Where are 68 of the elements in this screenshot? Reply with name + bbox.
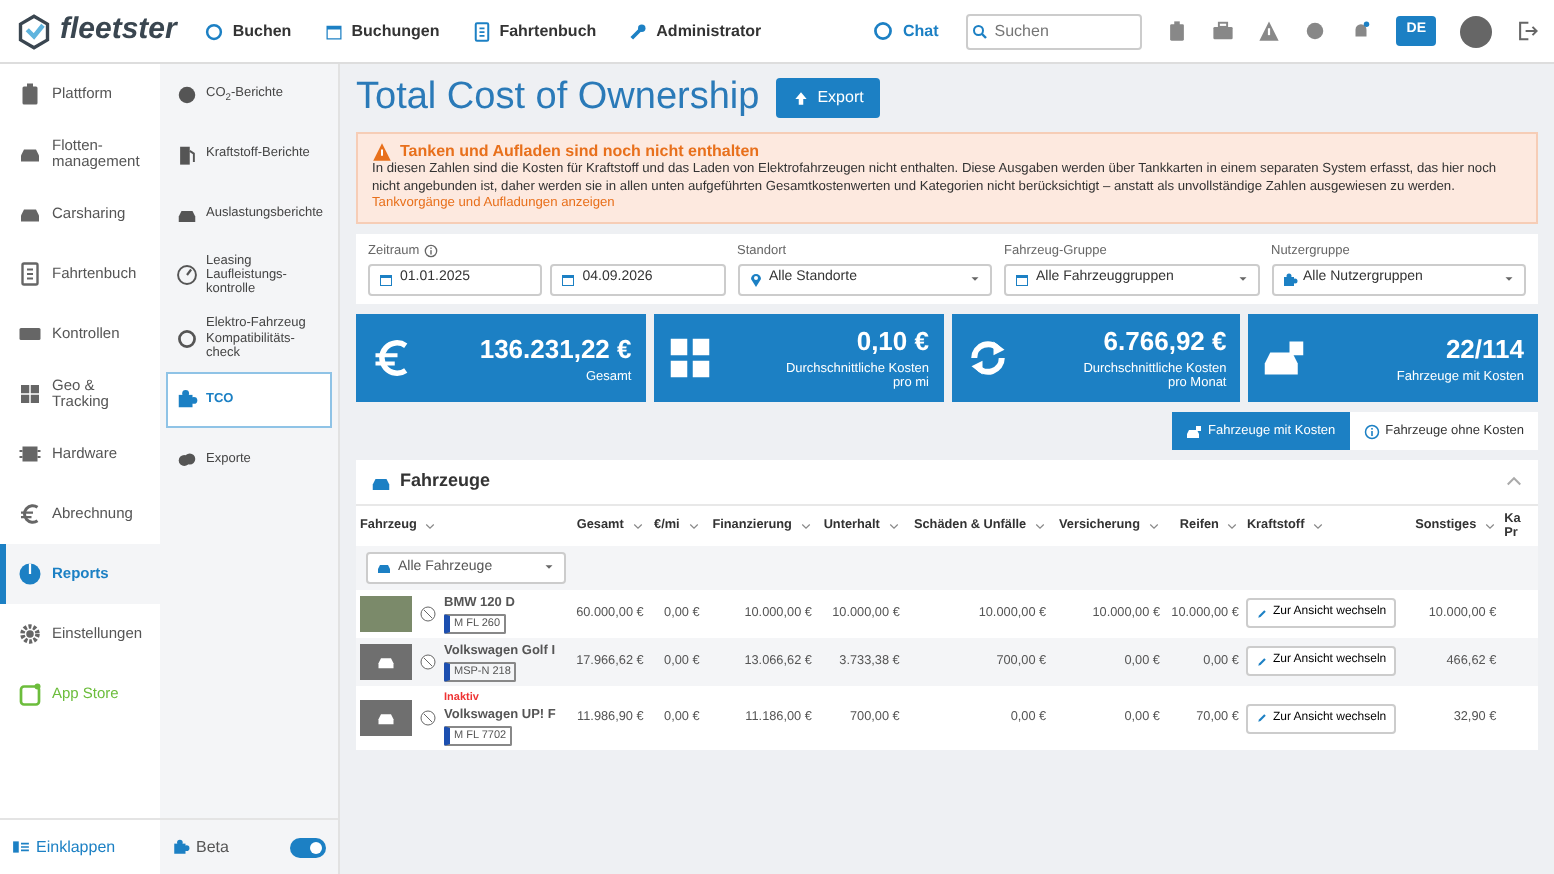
calendar-icon — [378, 271, 394, 288]
logout-icon[interactable] — [1516, 20, 1538, 42]
pencil-icon — [1256, 712, 1269, 725]
calendar-icon — [323, 21, 344, 41]
sort-chevron-icon — [1034, 519, 1047, 532]
sync-icon — [965, 335, 1009, 380]
cloud-icon — [176, 448, 198, 471]
panel-title: Fahrzeuge — [400, 468, 491, 495]
beta-label: Beta — [196, 835, 229, 859]
sort-chevron-icon — [1312, 519, 1325, 532]
stat-value: 136.231,22 € — [479, 332, 632, 369]
fuel-pump-icon — [176, 143, 198, 165]
sort-chevron-icon — [424, 519, 437, 532]
clipboard-icon — [18, 82, 42, 106]
card-icon — [18, 322, 42, 346]
page-title: Total Cost of Ownership — [356, 76, 760, 122]
briefcase-icon[interactable] — [1212, 20, 1235, 42]
camera-off-icon — [420, 710, 436, 727]
calendar-icon — [560, 271, 577, 288]
sort-chevron-icon — [1226, 519, 1239, 532]
collapse-link[interactable]: Einklappen — [12, 835, 116, 859]
nav-link[interactable]: Administrator — [624, 15, 766, 47]
sort-chevron-icon — [799, 519, 812, 532]
pie-chart-icon — [18, 562, 42, 586]
wrench-icon — [628, 21, 649, 41]
sort-chevron-icon — [1484, 519, 1497, 532]
euro-icon — [18, 502, 42, 526]
camera-off-icon — [420, 605, 436, 622]
nav-link[interactable]: Buchen — [200, 15, 296, 47]
stat-value: 22/114 — [1443, 332, 1524, 369]
export-button[interactable]: Export — [775, 78, 880, 119]
grid-icon — [667, 335, 712, 380]
upload-icon — [791, 89, 810, 108]
sort-chevron-icon — [687, 519, 700, 532]
calendar-icon — [1014, 271, 1030, 288]
sort-chevron-icon — [1148, 519, 1160, 532]
nav-link[interactable]: Fahrtenbuch — [467, 15, 601, 47]
chat-icon — [872, 20, 895, 42]
collapse-icon — [12, 838, 30, 856]
warning-icon — [372, 141, 392, 162]
pencil-icon — [1256, 607, 1269, 620]
puzzle-icon — [172, 838, 190, 856]
logbook-icon — [18, 262, 42, 286]
search-field[interactable]: Suchen — [966, 13, 1143, 49]
gauge-icon — [176, 264, 198, 287]
sort-chevron-icon — [631, 519, 644, 532]
nav-link[interactable]: Buchungen — [319, 15, 444, 47]
sort-chevron-icon — [887, 519, 900, 532]
app-store-icon — [18, 682, 42, 706]
clipboard-icon[interactable] — [1166, 20, 1189, 42]
pin-icon — [747, 271, 763, 288]
stat-value: 0,10 € — [854, 324, 929, 361]
document-icon — [471, 21, 492, 41]
camera-off-icon — [420, 653, 436, 670]
search-icon — [972, 23, 989, 39]
chat-button[interactable]: Chat — [868, 15, 943, 47]
pencil-icon — [1256, 655, 1269, 668]
settings-icon — [18, 622, 42, 646]
stat-value: 6.766,92 € — [1101, 324, 1227, 361]
beta-toggle[interactable] — [290, 837, 326, 857]
puzzle-icon — [176, 388, 198, 411]
avatar[interactable] — [1460, 15, 1492, 47]
chip-icon — [18, 442, 42, 466]
warning-icon[interactable] — [1258, 20, 1281, 42]
car-icon — [376, 559, 392, 576]
alert-title: Tanken und Aufladen sind noch nicht enthalten — [400, 141, 760, 162]
logo-icon — [16, 13, 52, 49]
logo-text: fleetster — [60, 10, 177, 51]
